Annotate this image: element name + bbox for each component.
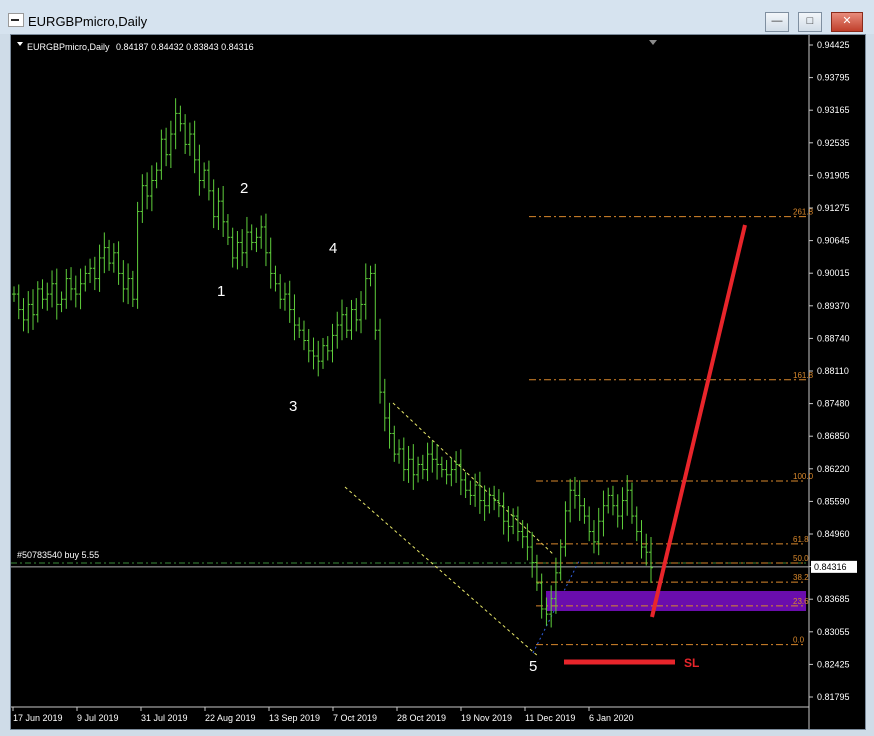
shift-marker-icon[interactable] xyxy=(649,40,657,45)
svg-text:EURGBPmicro,Daily 0.84: EURGBPmicro,Daily 0.84187 0.84432 0.8384… xyxy=(27,42,254,52)
price-tick-label: 0.84960 xyxy=(817,529,850,539)
wave-label-5: 5 xyxy=(529,658,537,675)
price-axis[interactable]: 0.94425 0.93795 0.93165 0.92535 0.91905 0.912… xyxy=(809,40,850,702)
time-tick-label: 22 Aug 2019 xyxy=(205,713,256,723)
fib-level-label: 50.0 xyxy=(793,554,809,563)
price-tick-label: 0.85590 xyxy=(817,496,850,506)
ohlc-values: 0.84187 0.84432 0.83843 0.84316 xyxy=(116,42,254,52)
fib-level-label: 61.8 xyxy=(793,535,809,544)
fib-level-label: 38.2 xyxy=(793,573,809,582)
price-tick-label: 0.89370 xyxy=(817,301,850,311)
time-tick-label: 28 Oct 2019 xyxy=(397,713,446,723)
price-tick-label: 0.81795 xyxy=(817,692,850,702)
price-tick-label: 0.94425 xyxy=(817,40,850,50)
price-tick-label: 0.92535 xyxy=(817,138,850,148)
time-tick-label: 7 Oct 2019 xyxy=(333,713,377,723)
price-tick-label: 0.86220 xyxy=(817,464,850,474)
fib-level-label: 0.0 xyxy=(793,636,805,645)
price-tick-label: 0.91275 xyxy=(817,203,850,213)
wave-label-3: 3 xyxy=(289,398,297,415)
fib-level-label: 23.6 xyxy=(793,597,809,606)
chart-window-icon xyxy=(8,13,24,27)
price-tick-label: 0.82425 xyxy=(817,659,850,669)
price-bars xyxy=(12,98,653,628)
time-tick-label: 19 Nov 2019 xyxy=(461,713,512,723)
time-tick-label: 17 Jun 2019 xyxy=(13,713,63,723)
price-tick-label: 0.90645 xyxy=(817,236,850,246)
time-tick-label: 31 Jul 2019 xyxy=(141,713,188,723)
price-chart[interactable]: EURGBPmicro,Daily 0.84187 0.84432 0.8384… xyxy=(10,34,866,730)
price-tick-label: 0.90015 xyxy=(817,268,850,278)
wave-label-1: 1 xyxy=(217,283,225,300)
channel-lower-line[interactable] xyxy=(344,486,540,658)
chart-canvas[interactable]: EURGBPmicro,Daily 0.84187 0.84432 0.8384… xyxy=(11,35,865,729)
price-tick-label: 0.83055 xyxy=(817,627,850,637)
title-bar[interactable]: EURGBPmicro,Daily — □ ✕ xyxy=(0,0,874,34)
wave-label-2: 2 xyxy=(240,180,248,197)
window-title: EURGBPmicro,Daily xyxy=(28,14,148,29)
time-tick-label: 11 Dec 2019 xyxy=(525,713,575,723)
minimize-button[interactable]: — xyxy=(765,12,789,32)
wave-label-4: 4 xyxy=(329,240,337,257)
stop-loss-label: SL xyxy=(684,656,699,670)
current-price-label: 0.84316 xyxy=(814,562,847,572)
fib-level-label: 161.8 xyxy=(793,371,814,380)
price-tick-label: 0.83685 xyxy=(817,594,850,604)
terminal-window: EURGBPmicro,Daily — □ ✕ EURGBPmicro,Dail… xyxy=(0,0,874,736)
time-tick-label: 6 Jan 2020 xyxy=(589,713,634,723)
price-tick-label: 0.93795 xyxy=(817,73,850,83)
time-axis[interactable]: 17 Jun 2019 9 Jul 2019 31 Jul 2019 22 Aug 2… xyxy=(12,707,634,723)
price-tick-label: 0.88740 xyxy=(817,333,850,343)
fib-level-label: 100.0 xyxy=(793,472,814,481)
time-tick-label: 9 Jul 2019 xyxy=(77,713,119,723)
order-label: #50783540 buy 5.55 xyxy=(17,550,99,560)
symbol-label: EURGBPmicro,Daily xyxy=(27,42,110,52)
time-tick-label: 13 Sep 2019 xyxy=(269,713,320,723)
target-projection-line[interactable] xyxy=(650,224,747,618)
close-button[interactable]: ✕ xyxy=(831,12,863,32)
price-tick-label: 0.86850 xyxy=(817,431,850,441)
entry-zone[interactable] xyxy=(546,591,806,611)
fib-level-label: 261.8 xyxy=(793,208,814,217)
info-arrow-icon[interactable] xyxy=(17,42,23,46)
price-tick-label: 0.91905 xyxy=(817,170,850,180)
channel-upper-line[interactable] xyxy=(392,402,555,556)
price-tick-label: 0.88110 xyxy=(817,366,849,376)
price-tick-label: 0.93165 xyxy=(817,105,850,115)
fibonacci-expansion[interactable]: 261.8 161.8 100.0 61.8 50.0 38.2 23.6 0.0 xyxy=(529,208,814,646)
maximize-button[interactable]: □ xyxy=(798,12,822,32)
price-tick-label: 0.87480 xyxy=(817,399,850,409)
